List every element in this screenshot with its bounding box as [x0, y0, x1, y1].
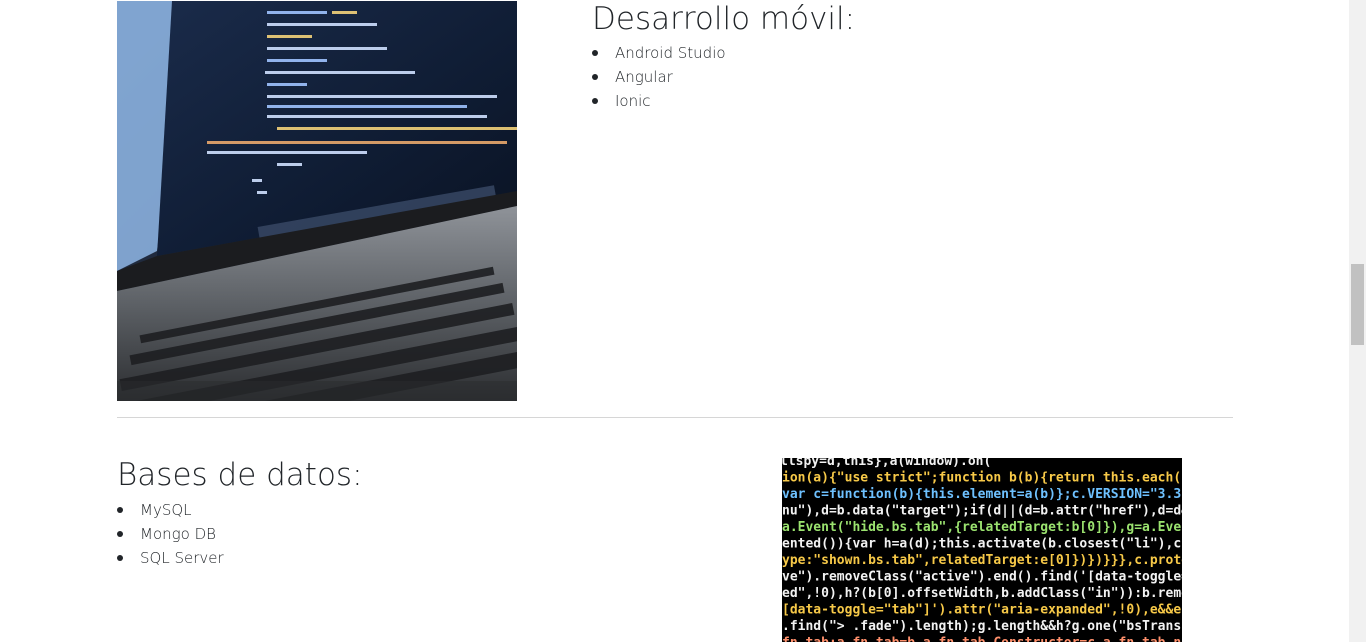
code-line: var c=function(b){this.element=a(b)};c.V… [782, 487, 1182, 502]
scrollbar-thumb[interactable] [1351, 264, 1364, 345]
code-line: a.Event("hide.bs.tab",{relatedTarget:b[0… [782, 520, 1182, 535]
list-item: Mongo DB [117, 522, 224, 546]
section-title-mobile: Desarrollo móvil: [592, 1, 856, 37]
code-line: nu"),d=b.data("target");if(d||(d=b.attr(… [782, 504, 1182, 519]
laptop-code-image [117, 1, 517, 401]
code-line: ve").removeClass("active").end().find('[… [782, 570, 1182, 585]
code-line: llspy=d,this},a(window).on( [782, 458, 991, 469]
bullet-icon [592, 74, 598, 80]
mobile-tech-list: Android Studio Angular Ionic [592, 41, 726, 113]
section-title-databases: Bases de datos: [117, 457, 363, 493]
page: Desarrollo móvil: Android Studio Angular… [0, 0, 1349, 642]
vertical-scrollbar[interactable] [1349, 0, 1366, 642]
code-line: [data-toggle="tab"]').attr("aria-expande… [782, 603, 1182, 618]
bullet-icon [592, 50, 598, 56]
bullet-icon [117, 531, 123, 537]
bullet-icon [117, 507, 123, 513]
list-item-label: Ionic [615, 92, 651, 110]
database-tech-list: MySQL Mongo DB SQL Server [117, 498, 224, 570]
code-line: ed",!0),h?(b[0].offsetWidth,b.addClass("… [782, 586, 1182, 601]
list-item-label: Angular [615, 68, 673, 86]
list-item: Android Studio [592, 41, 726, 65]
list-item: SQL Server [117, 546, 224, 570]
code-line: ion(a){"use strict";function b(b){return… [782, 471, 1182, 486]
bullet-icon [592, 98, 598, 104]
code-line: ype:"shown.bs.tab",relatedTarget:e[0]})}… [782, 553, 1182, 568]
list-item: MySQL [117, 498, 224, 522]
bullet-icon [117, 555, 123, 561]
list-item-label: SQL Server [140, 549, 224, 567]
list-item-label: Android Studio [615, 44, 726, 62]
list-item-label: MySQL [140, 501, 192, 519]
code-line: fn.tab;a.fn.tab=b,a.fn.tab.Constructor=c… [782, 636, 1182, 642]
code-line: .find("> .fade").length);g.length&&h?g.o… [782, 619, 1182, 634]
list-item-label: Mongo DB [140, 525, 216, 543]
list-item: Angular [592, 65, 726, 89]
code-line: ented()){var h=a(d);this.activate(b.clos… [782, 537, 1182, 552]
section-divider [117, 417, 1233, 418]
code-screen-graphic: llspy=d,this},a(window).on( ion(a){"use s… [782, 458, 1182, 642]
list-item: Ionic [592, 89, 726, 113]
code-screen-image: llspy=d,this},a(window).on( ion(a){"use s… [782, 458, 1182, 642]
